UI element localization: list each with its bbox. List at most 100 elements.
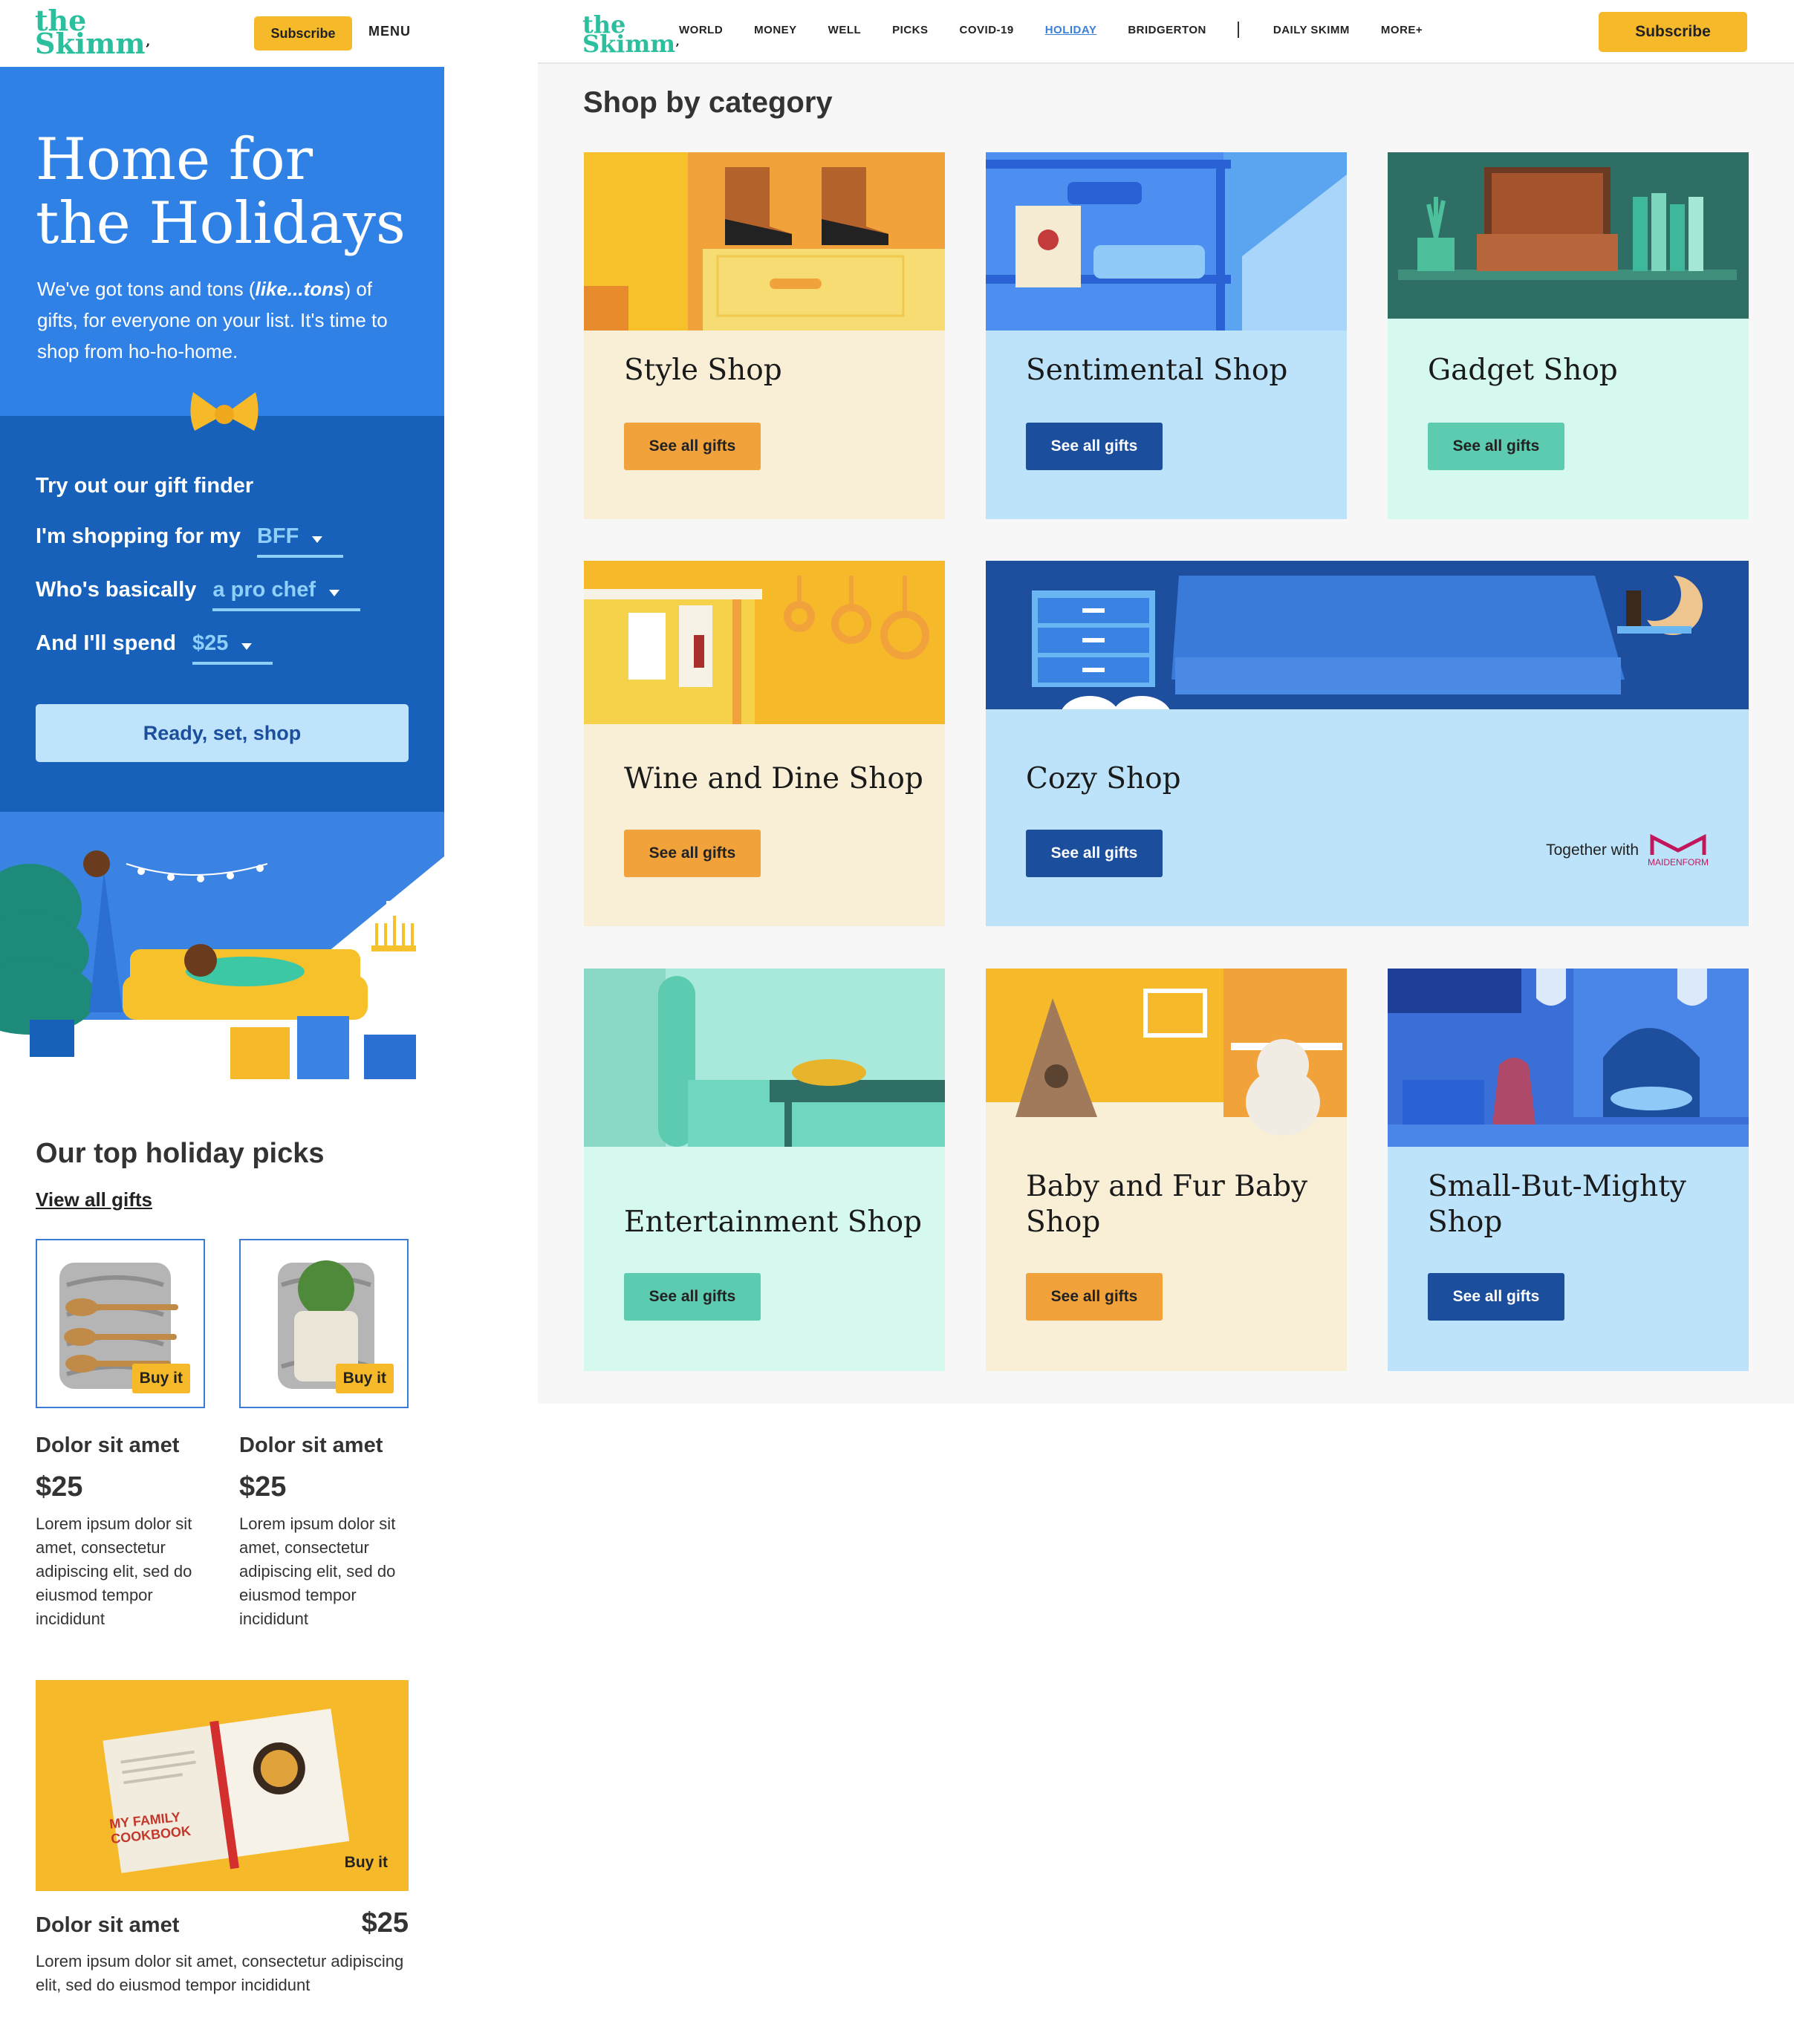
see-all-gifts-button[interactable]: See all gifts [1428, 1273, 1564, 1321]
recipient-value: BFF [256, 524, 299, 548]
pick-image[interactable]: Buy it [36, 1239, 205, 1408]
pick-image[interactable]: Buy it [239, 1239, 409, 1408]
category-card-cozy[interactable]: Cozy Shop See all gifts Together with MA… [986, 561, 1749, 926]
budget-value: $25 [192, 631, 229, 655]
shop-by-category-title: Shop by category [583, 86, 833, 119]
shelf-illustration [986, 152, 1347, 331]
category-card-style[interactable]: Style Shop See all gifts [584, 152, 945, 519]
hero-intro: We've got tons and tons (like...tons) of… [37, 273, 416, 367]
desktop-header: the Skimm’ WORLD MONEY WELL PICKS COVID-… [538, 0, 1794, 64]
finder-row-budget: And I'll spend $25 [36, 631, 273, 665]
category-card-baby-fur-baby[interactable]: Baby and Fur Baby Shop See all gifts [986, 969, 1347, 1371]
featured-pick-row: Dolor sit amet $25 [36, 1907, 409, 1939]
pick-card: Buy it Dolor sit amet $25 Lorem ipsum do… [239, 1239, 409, 1631]
pick-price: $25 [239, 1471, 287, 1503]
see-all-gifts-button[interactable]: See all gifts [1026, 423, 1163, 470]
category-title: Style Shop [624, 354, 782, 387]
mobile-header: the Skimm’ Subscribe MENU [0, 0, 444, 67]
category-title: Small-But-Mighty Shop [1428, 1170, 1686, 1239]
view-all-gifts-link[interactable]: View all gifts [36, 1188, 152, 1211]
maidenform-logo-text: MAIDENFORM [1648, 857, 1709, 868]
chevron-down-icon [241, 643, 253, 650]
nav-covid-19[interactable]: COVID-19 [960, 24, 1014, 38]
bedroom-illustration [986, 561, 1749, 709]
recipient-select[interactable]: BFF [256, 524, 344, 558]
nursery-illustration [986, 969, 1347, 1147]
top-picks-title: Our top holiday picks [36, 1138, 325, 1169]
category-card-entertainment[interactable]: Entertainment Shop See all gifts [584, 969, 945, 1371]
nav-holiday[interactable]: HOLIDAY [1045, 24, 1097, 38]
pick-name: Dolor sit amet [239, 1433, 383, 1457]
couch-illustration [584, 969, 945, 1147]
category-title: Gadget Shop [1428, 354, 1618, 387]
category-title: Baby and Fur Baby Shop [1026, 1170, 1308, 1239]
nav-bridgerton[interactable]: BRIDGERTON [1128, 24, 1206, 38]
kitchen-illustration [584, 561, 945, 724]
see-all-gifts-button[interactable]: See all gifts [1428, 423, 1564, 470]
nav-world[interactable]: WORLD [679, 24, 723, 38]
see-all-gifts-button[interactable]: See all gifts [1026, 1273, 1163, 1321]
see-all-gifts-button[interactable]: See all gifts [624, 830, 761, 877]
sponsor-badge[interactable]: Together with MAIDENFORM [1546, 833, 1710, 868]
category-card-gadget[interactable]: Gadget Shop See all gifts [1388, 152, 1749, 519]
pick-description: Lorem ipsum dolor sit amet, consectetur … [36, 1952, 404, 1994]
ready-set-shop-button[interactable]: Ready, set, shop [36, 704, 409, 762]
buy-it-button[interactable]: Buy it [337, 1848, 395, 1878]
buy-it-button[interactable]: Buy it [131, 1364, 190, 1393]
pick-name: Dolor sit amet [36, 1913, 180, 1937]
pick-description: Lorem ipsum dolor sit amet, consectetur … [36, 1514, 192, 1628]
pick-price: $25 [36, 1471, 83, 1503]
fireplace-illustration [1388, 969, 1749, 1147]
featured-pick-image[interactable]: MY FAMILY COOKBOOK Buy it [36, 1680, 409, 1891]
skimm-logo[interactable]: the Skimm’ [35, 7, 150, 58]
chevron-down-icon [329, 590, 340, 596]
gift-finder: Try out our gift finder I'm shopping for… [0, 416, 444, 812]
persona-select[interactable]: a pro chef [212, 578, 361, 611]
category-title: Wine and Dine Shop [624, 762, 923, 795]
budget-select[interactable]: $25 [192, 631, 273, 665]
category-title: Sentimental Shop [1026, 354, 1288, 387]
desktop-page: the Skimm’ WORLD MONEY WELL PICKS COVID-… [538, 0, 1794, 1404]
buy-it-button[interactable]: Buy it [335, 1364, 394, 1393]
category-card-wine-dine[interactable]: Wine and Dine Shop See all gifts [584, 561, 945, 926]
subscribe-button[interactable]: Subscribe [254, 16, 352, 51]
featured-pick-card: MY FAMILY COOKBOOK Buy it Dolor sit amet… [36, 1680, 409, 1997]
pick-price: $25 [361, 1907, 409, 1939]
sponsor-text: Together with [1546, 842, 1639, 859]
nav-well[interactable]: WELL [828, 24, 862, 38]
maidenform-logo: MAIDENFORM [1646, 833, 1710, 868]
hero-section: Home for the Holidays We've got tons and… [0, 67, 444, 416]
see-all-gifts-button[interactable]: See all gifts [624, 1273, 761, 1321]
logo-line2: Skimm [35, 27, 146, 61]
nav-money[interactable]: MONEY [754, 24, 797, 38]
pick-name: Dolor sit amet [36, 1433, 180, 1457]
finder-label: Who's basically [36, 578, 197, 602]
bow-icon [190, 392, 259, 431]
finder-row-persona: Who's basically a pro chef [36, 578, 361, 611]
main-nav: WORLD MONEY WELL PICKS COVID-19 HOLIDAY … [679, 22, 1454, 38]
finder-label: I'm shopping for my [36, 524, 241, 548]
category-title: Entertainment Shop [624, 1205, 923, 1239]
pick-description: Lorem ipsum dolor sit amet, consectetur … [239, 1514, 396, 1628]
hero-intro-emphasis: like...tons [255, 278, 345, 300]
boots-illustration [584, 152, 945, 331]
category-card-sentimental[interactable]: Sentimental Shop See all gifts [986, 152, 1347, 519]
menu-button[interactable]: MENU [368, 24, 411, 39]
skimm-logo[interactable]: the Skimm’ [582, 13, 680, 56]
chevron-down-icon [312, 536, 323, 543]
finder-label: And I'll spend [36, 631, 176, 655]
category-card-small-but-mighty[interactable]: Small-But-Mighty Shop See all gifts [1388, 969, 1749, 1371]
see-all-gifts-button[interactable]: See all gifts [1026, 830, 1163, 877]
record-player-illustration [1388, 152, 1749, 319]
logo-line2: Skimm [582, 30, 676, 59]
see-all-gifts-button[interactable]: See all gifts [624, 423, 761, 470]
pick-card: Buy it Dolor sit amet $25 Lorem ipsum do… [36, 1239, 205, 1631]
gift-finder-title: Try out our gift finder [36, 474, 254, 498]
category-title: Cozy Shop [1026, 762, 1181, 795]
nav-picks[interactable]: PICKS [892, 24, 928, 38]
hero-intro-part: We've got tons and tons ( [37, 278, 256, 300]
finder-row-recipient: I'm shopping for my BFF [36, 524, 344, 558]
nav-daily-skimm[interactable]: DAILY SKIMM [1273, 24, 1350, 38]
nav-more[interactable]: MORE+ [1381, 24, 1423, 38]
subscribe-button[interactable]: Subscribe [1599, 12, 1747, 52]
